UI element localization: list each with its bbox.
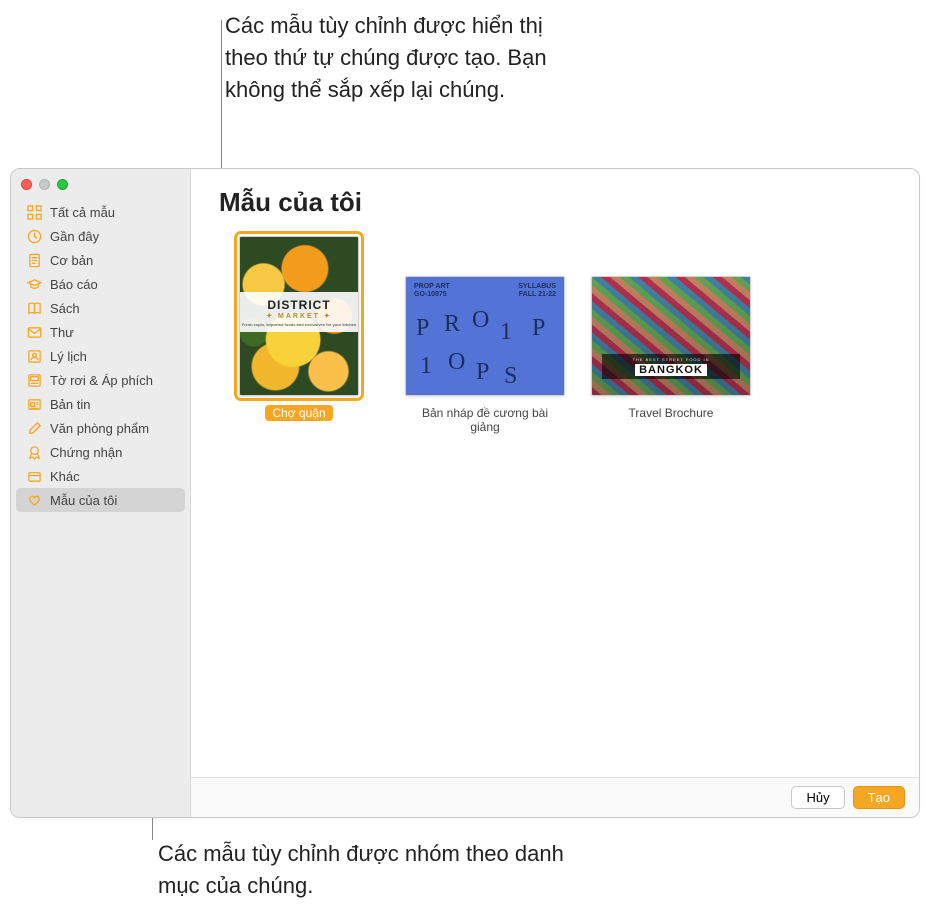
sidebar-item-label: Gần đây [50, 229, 99, 244]
thumb-header-right: SYLLABUSFALL 21-22 [518, 283, 556, 298]
footer-bar: Hủy Tạo [191, 777, 919, 817]
template-chooser-window: Tất cả mẫu Gần đây Cơ bản Báo cáo Sách Thư Lý … [10, 168, 920, 818]
sidebar-item-label: Sách [50, 301, 80, 316]
template-thumbnail: THE BEST STREET FOOD INBANGKOK [591, 276, 751, 396]
cancel-button[interactable]: Hủy [791, 786, 844, 809]
person-icon [26, 348, 42, 364]
sidebar-item-th-[interactable]: Thư [16, 320, 185, 344]
template-thumbnail: DISTRICT✦ MARKET ✦ Fresh explo, imported … [239, 236, 359, 396]
thumb-subtitle: ✦ MARKET ✦ [266, 312, 332, 320]
sidebar-item-label: Khác [50, 469, 80, 484]
sidebar: Tất cả mẫu Gần đây Cơ bản Báo cáo Sách Thư Lý … [11, 169, 191, 817]
thumb-art: PRO1P1OPS [406, 307, 564, 385]
sidebar-item-label: Thư [50, 325, 74, 340]
ribbon-icon [26, 444, 42, 460]
sidebar-item-t-r-i-p-ph-ch[interactable]: Tờ rơi & Áp phích [16, 368, 185, 392]
sidebar-item-m-u-c-a-t-i[interactable]: Mẫu của tôi [16, 488, 185, 512]
sidebar-item-l-l-ch[interactable]: Lý lịch [16, 344, 185, 368]
book-icon [26, 300, 42, 316]
main-panel: Mẫu của tôi DISTRICT✦ MARKET ✦ Fresh expl… [191, 169, 919, 817]
pen-icon [26, 420, 42, 436]
sidebar-item-label: Văn phòng phẩm [50, 421, 149, 436]
content-area: Mẫu của tôi DISTRICT✦ MARKET ✦ Fresh expl… [191, 169, 919, 777]
template-card[interactable]: DISTRICT✦ MARKET ✦ Fresh explo, imported … [219, 236, 379, 421]
sidebar-item-v-n-ph-ng-ph-m[interactable]: Văn phòng phẩm [16, 416, 185, 440]
minimize-window-button[interactable] [39, 179, 50, 190]
gradcap-icon [26, 276, 42, 292]
sidebar-item-b-n-tin[interactable]: Bản tin [16, 392, 185, 416]
template-grid: DISTRICT✦ MARKET ✦ Fresh explo, imported … [219, 236, 891, 435]
sidebar-item-label: Báo cáo [50, 277, 98, 292]
thumb-title: DISTRICT [267, 298, 330, 312]
grid-icon [26, 204, 42, 220]
misc-icon [26, 468, 42, 484]
template-label: Chợ quận [265, 405, 332, 421]
window-controls [11, 175, 190, 200]
callout-text-top: Các mẫu tùy chỉnh được hiển thị theo thứ… [225, 10, 565, 106]
thumb-header-left: PROP ARTGO-10875 [414, 283, 450, 298]
template-card[interactable]: THE BEST STREET FOOD INBANGKOK Travel Bro… [591, 236, 751, 421]
heart-icon [26, 492, 42, 508]
template-label: Travel Brochure [622, 405, 721, 421]
sidebar-item-label: Chứng nhận [50, 445, 122, 460]
sidebar-item-label: Mẫu của tôi [50, 493, 117, 508]
sidebar-item-label: Cơ bản [50, 253, 93, 268]
envelope-icon [26, 324, 42, 340]
callout-text-bottom: Các mẫu tùy chỉnh được nhóm theo danh mụ… [158, 838, 578, 902]
thumb-caption: Fresh explo, imported foods and exclusiv… [242, 322, 357, 327]
sidebar-item-kh-c[interactable]: Khác [16, 464, 185, 488]
sidebar-item-s-ch[interactable]: Sách [16, 296, 185, 320]
newspaper-icon [26, 396, 42, 412]
poster-icon [26, 372, 42, 388]
doc-icon [26, 252, 42, 268]
sidebar-item-c-b-n[interactable]: Cơ bản [16, 248, 185, 272]
template-card[interactable]: PROP ARTGO-10875 SYLLABUSFALL 21-22 PRO1P1… [405, 236, 565, 435]
zoom-window-button[interactable] [57, 179, 68, 190]
sidebar-item-t-t-c-m-u[interactable]: Tất cả mẫu [16, 200, 185, 224]
thumb-title-strip: THE BEST STREET FOOD INBANGKOK [602, 354, 740, 379]
create-button[interactable]: Tạo [853, 786, 905, 809]
sidebar-item-b-o-c-o[interactable]: Báo cáo [16, 272, 185, 296]
template-label: Bản nháp đề cương bài giảng [405, 405, 565, 435]
page-title: Mẫu của tôi [219, 187, 891, 218]
clock-icon [26, 228, 42, 244]
sidebar-item-label: Tất cả mẫu [50, 205, 115, 220]
close-window-button[interactable] [21, 179, 32, 190]
template-thumbnail: PROP ARTGO-10875 SYLLABUSFALL 21-22 PRO1P1… [405, 276, 565, 396]
sidebar-item-g-n-y[interactable]: Gần đây [16, 224, 185, 248]
sidebar-item-label: Lý lịch [50, 349, 87, 364]
sidebar-item-label: Tờ rơi & Áp phích [50, 373, 153, 388]
sidebar-item-ch-ng-nh-n[interactable]: Chứng nhận [16, 440, 185, 464]
sidebar-item-label: Bản tin [50, 397, 90, 412]
